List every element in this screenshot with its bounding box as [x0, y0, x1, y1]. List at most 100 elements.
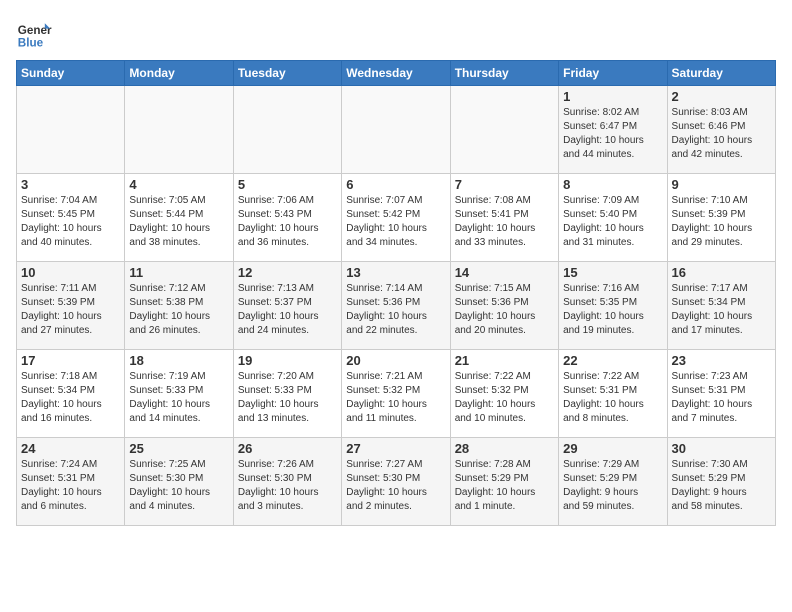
- calendar-cell: 18 Sunrise: 7:19 AM Sunset: 5:33 PM Dayli…: [125, 350, 233, 438]
- day-number: 10: [21, 265, 120, 280]
- day-info: Sunrise: 7:10 AM Sunset: 5:39 PM Dayligh…: [672, 195, 753, 248]
- day-number: 24: [21, 441, 120, 456]
- calendar-cell: 27 Sunrise: 7:27 AM Sunset: 5:30 PM Dayli…: [342, 438, 450, 526]
- day-info: Sunrise: 7:13 AM Sunset: 5:37 PM Dayligh…: [238, 283, 319, 336]
- calendar-cell: [233, 86, 341, 174]
- day-number: 28: [455, 441, 554, 456]
- calendar-cell: [342, 86, 450, 174]
- calendar-cell: 14 Sunrise: 7:15 AM Sunset: 5:36 PM Dayli…: [450, 262, 558, 350]
- calendar-cell: 30 Sunrise: 7:30 AM Sunset: 5:29 PM Dayli…: [667, 438, 775, 526]
- day-info: Sunrise: 7:12 AM Sunset: 5:38 PM Dayligh…: [129, 283, 210, 336]
- weekday-header: Saturday: [667, 61, 775, 86]
- day-info: Sunrise: 8:02 AM Sunset: 6:47 PM Dayligh…: [563, 107, 644, 160]
- day-info: Sunrise: 7:07 AM Sunset: 5:42 PM Dayligh…: [346, 195, 427, 248]
- day-info: Sunrise: 7:30 AM Sunset: 5:29 PM Dayligh…: [672, 459, 748, 512]
- day-info: Sunrise: 7:17 AM Sunset: 5:34 PM Dayligh…: [672, 283, 753, 336]
- calendar-cell: 10 Sunrise: 7:11 AM Sunset: 5:39 PM Dayli…: [17, 262, 125, 350]
- calendar-cell: 16 Sunrise: 7:17 AM Sunset: 5:34 PM Dayli…: [667, 262, 775, 350]
- day-number: 8: [563, 177, 662, 192]
- calendar-cell: 7 Sunrise: 7:08 AM Sunset: 5:41 PM Daylig…: [450, 174, 558, 262]
- day-info: Sunrise: 7:05 AM Sunset: 5:44 PM Dayligh…: [129, 195, 210, 248]
- day-number: 1: [563, 89, 662, 104]
- day-info: Sunrise: 7:21 AM Sunset: 5:32 PM Dayligh…: [346, 371, 427, 424]
- calendar-week-row: 10 Sunrise: 7:11 AM Sunset: 5:39 PM Dayli…: [17, 262, 776, 350]
- calendar-cell: 25 Sunrise: 7:25 AM Sunset: 5:30 PM Dayli…: [125, 438, 233, 526]
- calendar-week-row: 24 Sunrise: 7:24 AM Sunset: 5:31 PM Dayli…: [17, 438, 776, 526]
- calendar-cell: 21 Sunrise: 7:22 AM Sunset: 5:32 PM Dayli…: [450, 350, 558, 438]
- calendar-cell: 19 Sunrise: 7:20 AM Sunset: 5:33 PM Dayli…: [233, 350, 341, 438]
- day-number: 11: [129, 265, 228, 280]
- day-number: 7: [455, 177, 554, 192]
- calendar-cell: 26Sunrise: 7:26 AM Sunset: 5:30 PM Dayli…: [233, 438, 341, 526]
- calendar-cell: 28 Sunrise: 7:28 AM Sunset: 5:29 PM Dayli…: [450, 438, 558, 526]
- day-info: Sunrise: 7:28 AM Sunset: 5:29 PM Dayligh…: [455, 459, 536, 512]
- calendar-table: SundayMondayTuesdayWednesdayThursdayFrid…: [16, 60, 776, 526]
- day-info: Sunrise: 7:11 AM Sunset: 5:39 PM Dayligh…: [21, 283, 102, 336]
- day-info: Sunrise: 7:06 AM Sunset: 5:43 PM Dayligh…: [238, 195, 319, 248]
- day-number: 14: [455, 265, 554, 280]
- calendar-cell: 29 Sunrise: 7:29 AM Sunset: 5:29 PM Dayli…: [559, 438, 667, 526]
- calendar-week-row: 17 Sunrise: 7:18 AM Sunset: 5:34 PM Dayli…: [17, 350, 776, 438]
- day-number: 17: [21, 353, 120, 368]
- day-number: 20: [346, 353, 445, 368]
- day-info: Sunrise: 7:16 AM Sunset: 5:35 PM Dayligh…: [563, 283, 644, 336]
- day-info: Sunrise: 7:22 AM Sunset: 5:32 PM Dayligh…: [455, 371, 536, 424]
- day-info: Sunrise: 7:20 AM Sunset: 5:33 PM Dayligh…: [238, 371, 319, 424]
- weekday-header: Thursday: [450, 61, 558, 86]
- day-number: 25: [129, 441, 228, 456]
- weekday-header: Monday: [125, 61, 233, 86]
- calendar-body: 1 Sunrise: 8:02 AM Sunset: 6:47 PM Daylig…: [17, 86, 776, 526]
- day-info: Sunrise: 7:25 AM Sunset: 5:30 PM Dayligh…: [129, 459, 210, 512]
- day-info: Sunrise: 7:14 AM Sunset: 5:36 PM Dayligh…: [346, 283, 427, 336]
- day-number: 21: [455, 353, 554, 368]
- day-number: 19: [238, 353, 337, 368]
- day-info: Sunrise: 7:24 AM Sunset: 5:31 PM Dayligh…: [21, 459, 102, 512]
- weekday-header: Friday: [559, 61, 667, 86]
- calendar-cell: 13 Sunrise: 7:14 AM Sunset: 5:36 PM Dayli…: [342, 262, 450, 350]
- calendar-cell: 8 Sunrise: 7:09 AM Sunset: 5:40 PM Daylig…: [559, 174, 667, 262]
- day-number: 30: [672, 441, 771, 456]
- day-number: 15: [563, 265, 662, 280]
- day-info: Sunrise: 7:26 AM Sunset: 5:30 PM Dayligh…: [238, 459, 319, 512]
- weekday-header: Sunday: [17, 61, 125, 86]
- calendar-cell: 6 Sunrise: 7:07 AM Sunset: 5:42 PM Daylig…: [342, 174, 450, 262]
- logo: General Blue: [16, 16, 52, 52]
- day-number: 27: [346, 441, 445, 456]
- day-info: Sunrise: 7:23 AM Sunset: 5:31 PM Dayligh…: [672, 371, 753, 424]
- calendar-cell: 22Sunrise: 7:22 AM Sunset: 5:31 PM Dayli…: [559, 350, 667, 438]
- calendar-cell: 9 Sunrise: 7:10 AM Sunset: 5:39 PM Daylig…: [667, 174, 775, 262]
- day-info: Sunrise: 7:08 AM Sunset: 5:41 PM Dayligh…: [455, 195, 536, 248]
- calendar-cell: 17 Sunrise: 7:18 AM Sunset: 5:34 PM Dayli…: [17, 350, 125, 438]
- weekday-header: Tuesday: [233, 61, 341, 86]
- day-number: 13: [346, 265, 445, 280]
- calendar-cell: [125, 86, 233, 174]
- calendar-cell: 2 Sunrise: 8:03 AM Sunset: 6:46 PM Daylig…: [667, 86, 775, 174]
- calendar-cell: 20 Sunrise: 7:21 AM Sunset: 5:32 PM Dayli…: [342, 350, 450, 438]
- calendar-cell: 11 Sunrise: 7:12 AM Sunset: 5:38 PM Dayli…: [125, 262, 233, 350]
- day-number: 5: [238, 177, 337, 192]
- day-number: 16: [672, 265, 771, 280]
- day-number: 9: [672, 177, 771, 192]
- day-info: Sunrise: 7:15 AM Sunset: 5:36 PM Dayligh…: [455, 283, 536, 336]
- day-number: 29: [563, 441, 662, 456]
- day-number: 18: [129, 353, 228, 368]
- calendar-cell: 23Sunrise: 7:23 AM Sunset: 5:31 PM Dayli…: [667, 350, 775, 438]
- day-number: 22: [563, 353, 662, 368]
- day-info: Sunrise: 7:04 AM Sunset: 5:45 PM Dayligh…: [21, 195, 102, 248]
- day-number: 6: [346, 177, 445, 192]
- day-info: Sunrise: 7:09 AM Sunset: 5:40 PM Dayligh…: [563, 195, 644, 248]
- calendar-week-row: 3Sunrise: 7:04 AM Sunset: 5:45 PM Daylig…: [17, 174, 776, 262]
- calendar-header-row: SundayMondayTuesdayWednesdayThursdayFrid…: [17, 61, 776, 86]
- calendar-cell: 24 Sunrise: 7:24 AM Sunset: 5:31 PM Dayli…: [17, 438, 125, 526]
- day-info: Sunrise: 7:19 AM Sunset: 5:33 PM Dayligh…: [129, 371, 210, 424]
- day-info: Sunrise: 8:03 AM Sunset: 6:46 PM Dayligh…: [672, 107, 753, 160]
- day-info: Sunrise: 7:29 AM Sunset: 5:29 PM Dayligh…: [563, 459, 639, 512]
- day-info: Sunrise: 7:27 AM Sunset: 5:30 PM Dayligh…: [346, 459, 427, 512]
- day-info: Sunrise: 7:18 AM Sunset: 5:34 PM Dayligh…: [21, 371, 102, 424]
- calendar-cell: 4Sunrise: 7:05 AM Sunset: 5:44 PM Daylig…: [125, 174, 233, 262]
- calendar-cell: [450, 86, 558, 174]
- calendar-cell: 15 Sunrise: 7:16 AM Sunset: 5:35 PM Dayli…: [559, 262, 667, 350]
- day-number: 2: [672, 89, 771, 104]
- calendar-week-row: 1 Sunrise: 8:02 AM Sunset: 6:47 PM Daylig…: [17, 86, 776, 174]
- logo-icon: General Blue: [16, 16, 52, 52]
